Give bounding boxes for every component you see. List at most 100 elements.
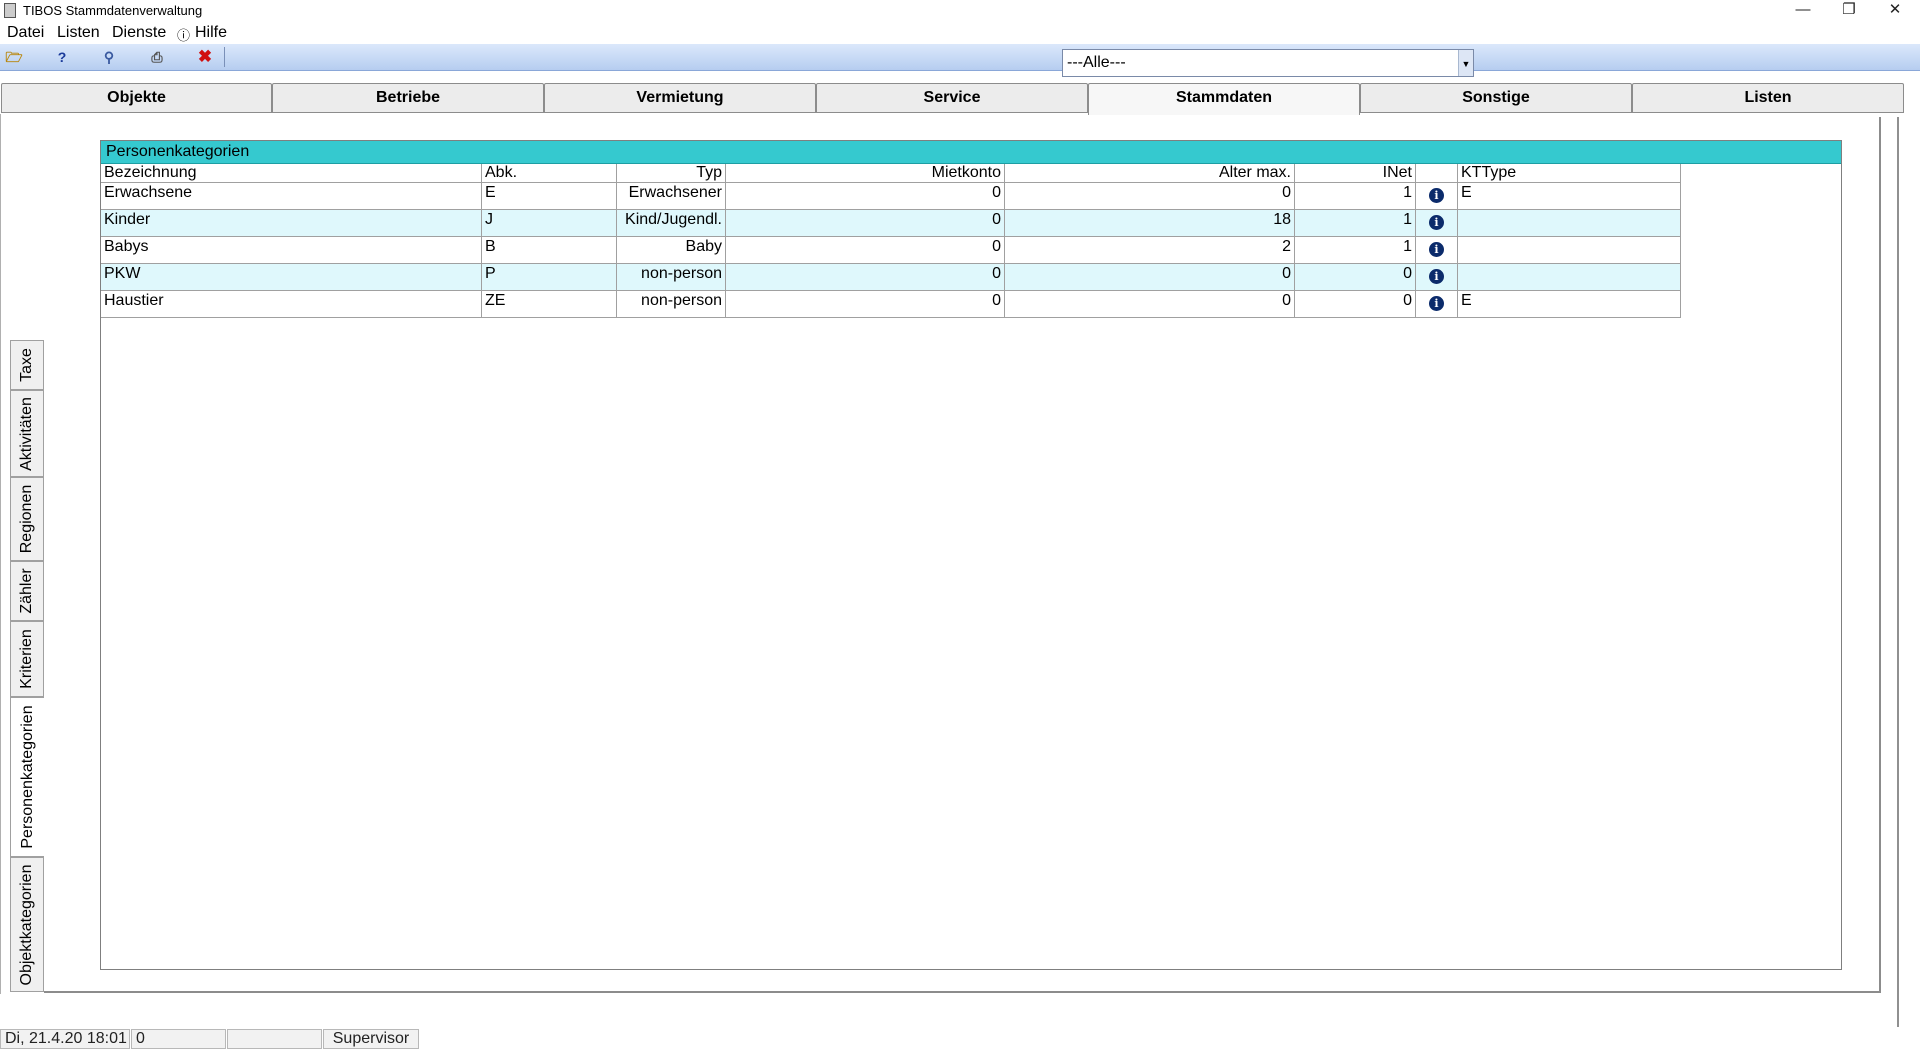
column-header-kttype[interactable]: KTType bbox=[1457, 164, 1681, 183]
cell-alter-max[interactable]: 2 bbox=[1004, 236, 1295, 264]
cell-kttype[interactable]: E bbox=[1457, 290, 1681, 318]
column-header-alter-max[interactable]: Alter max. bbox=[1004, 164, 1295, 183]
table-row[interactable]: Haustier ZE non-person 0 0 0 i E bbox=[101, 290, 1681, 318]
side-tab-zaehler[interactable]: Zähler bbox=[10, 561, 44, 621]
cell-alter-max[interactable]: 18 bbox=[1004, 209, 1295, 237]
grid-title-bar: Personenkategorien bbox=[101, 141, 1841, 164]
side-tabs: Taxe Aktivitäten Regionen Zähler Kriteri… bbox=[10, 340, 44, 992]
search-icon[interactable]: ⚲ bbox=[99, 47, 119, 67]
cell-kttype[interactable] bbox=[1457, 263, 1681, 291]
info-icon[interactable]: i bbox=[1429, 296, 1444, 311]
side-tab-label: Zähler bbox=[18, 568, 35, 614]
cell-alter-max[interactable]: 0 bbox=[1004, 263, 1295, 291]
cell-typ[interactable]: non-person bbox=[616, 263, 726, 291]
toolbar-separator bbox=[224, 47, 225, 67]
menu-datei[interactable]: Datei bbox=[7, 24, 44, 42]
tab-listen[interactable]: Listen bbox=[1632, 83, 1904, 113]
restore-icon[interactable]: ❐ bbox=[1826, 0, 1872, 22]
cell-typ[interactable]: Erwachsener bbox=[616, 182, 726, 210]
tab-vermietung[interactable]: Vermietung bbox=[544, 83, 816, 113]
cell-alter-max[interactable]: 0 bbox=[1004, 290, 1295, 318]
cell-mietkonto[interactable]: 0 bbox=[725, 209, 1005, 237]
help-question-icon[interactable]: ? bbox=[52, 47, 72, 67]
cell-bezeichnung[interactable]: Kinder bbox=[101, 209, 482, 237]
tab-service[interactable]: Service bbox=[816, 83, 1088, 113]
side-tab-aktivitaeten[interactable]: Aktivitäten bbox=[10, 390, 44, 477]
table-header-row: Bezeichnung Abk. Typ Mietkonto Alter max… bbox=[101, 164, 1681, 183]
column-header-typ[interactable]: Typ bbox=[616, 164, 726, 183]
tab-sonstige[interactable]: Sonstige bbox=[1360, 83, 1632, 113]
column-header-abk[interactable]: Abk. bbox=[481, 164, 617, 183]
cell-alter-max[interactable]: 0 bbox=[1004, 182, 1295, 210]
open-folder-icon[interactable]: 🗁 bbox=[4, 47, 24, 67]
cell-abk[interactable]: E bbox=[481, 182, 617, 210]
cell-inet[interactable]: 0 bbox=[1294, 290, 1416, 318]
table-row[interactable]: PKW P non-person 0 0 0 i bbox=[101, 263, 1681, 291]
cell-abk[interactable]: ZE bbox=[481, 290, 617, 318]
cell-abk[interactable]: J bbox=[481, 209, 617, 237]
cell-bezeichnung[interactable]: Babys bbox=[101, 236, 482, 264]
side-tab-taxe[interactable]: Taxe bbox=[10, 340, 44, 390]
menu-dienste[interactable]: Dienste bbox=[112, 24, 166, 42]
cell-mietkonto[interactable]: 0 bbox=[725, 263, 1005, 291]
cell-kttype[interactable] bbox=[1457, 236, 1681, 264]
cell-info[interactable]: i bbox=[1415, 290, 1458, 318]
menu-listen[interactable]: Listen bbox=[57, 24, 100, 42]
personenkategorien-table: Bezeichnung Abk. Typ Mietkonto Alter max… bbox=[101, 164, 1681, 318]
table-row[interactable]: Erwachsene E Erwachsener 0 0 1 i E bbox=[101, 182, 1681, 210]
filter-dropdown[interactable]: ---Alle--- ▼ bbox=[1062, 49, 1474, 77]
side-tab-objektkategorien[interactable]: Objektkategorien bbox=[10, 857, 44, 992]
status-datetime: Di, 21.4.20 18:01 bbox=[0, 1029, 130, 1049]
toolbar: 🗁 ? ⚲ ⎙ ✖ bbox=[0, 44, 1920, 71]
side-tab-label: Regionen bbox=[18, 484, 35, 554]
cell-abk[interactable]: P bbox=[481, 263, 617, 291]
tab-betriebe[interactable]: Betriebe bbox=[272, 83, 544, 113]
help-icon: ⓘ bbox=[177, 28, 191, 43]
status-bar: Di, 21.4.20 18:01 0 Supervisor bbox=[0, 1028, 1920, 1050]
print-icon[interactable]: ⎙ bbox=[147, 47, 167, 67]
cell-info[interactable]: i bbox=[1415, 182, 1458, 210]
table-row[interactable]: Babys B Baby 0 2 1 i bbox=[101, 236, 1681, 264]
cell-abk[interactable]: B bbox=[481, 236, 617, 264]
column-header-mietkonto[interactable]: Mietkonto bbox=[725, 164, 1005, 183]
info-icon[interactable]: i bbox=[1429, 188, 1444, 203]
tab-stammdaten[interactable]: Stammdaten bbox=[1088, 83, 1360, 115]
cell-kttype[interactable] bbox=[1457, 209, 1681, 237]
chevron-down-icon[interactable]: ▼ bbox=[1458, 50, 1473, 76]
cell-mietkonto[interactable]: 0 bbox=[725, 290, 1005, 318]
menu-bar: Datei Listen Dienste ⓘ Hilfe bbox=[0, 22, 1920, 44]
table-row[interactable]: Kinder J Kind/Jugendl. 0 18 1 i bbox=[101, 209, 1681, 237]
cell-inet[interactable]: 1 bbox=[1294, 236, 1416, 264]
cell-info[interactable]: i bbox=[1415, 209, 1458, 237]
info-icon[interactable]: i bbox=[1429, 242, 1444, 257]
cell-typ[interactable]: Kind/Jugendl. bbox=[616, 209, 726, 237]
column-header-bezeichnung[interactable]: Bezeichnung bbox=[101, 164, 482, 183]
cell-inet[interactable]: 0 bbox=[1294, 263, 1416, 291]
side-tab-regionen[interactable]: Regionen bbox=[10, 477, 44, 561]
column-header-inet[interactable]: INet bbox=[1294, 164, 1416, 183]
close-window-icon[interactable]: ✕ bbox=[1872, 0, 1918, 22]
cell-info[interactable]: i bbox=[1415, 236, 1458, 264]
info-icon[interactable]: i bbox=[1429, 269, 1444, 284]
info-icon[interactable]: i bbox=[1429, 215, 1444, 230]
delete-icon[interactable]: ✖ bbox=[195, 47, 215, 67]
grid-title: Personenkategorien bbox=[106, 143, 250, 160]
cell-inet[interactable]: 1 bbox=[1294, 209, 1416, 237]
cell-bezeichnung[interactable]: Erwachsene bbox=[101, 182, 482, 210]
cell-bezeichnung[interactable]: PKW bbox=[101, 263, 482, 291]
status-field bbox=[227, 1029, 322, 1049]
cell-typ[interactable]: Baby bbox=[616, 236, 726, 264]
cell-inet[interactable]: 1 bbox=[1294, 182, 1416, 210]
minimize-icon[interactable]: — bbox=[1780, 0, 1826, 22]
cell-info[interactable]: i bbox=[1415, 263, 1458, 291]
menu-hilfe[interactable]: Hilfe bbox=[195, 24, 227, 42]
side-tab-kriterien[interactable]: Kriterien bbox=[10, 621, 44, 697]
cell-mietkonto[interactable]: 0 bbox=[725, 236, 1005, 264]
tab-objekte[interactable]: Objekte bbox=[1, 83, 272, 113]
side-tab-personenkategorien[interactable]: Personenkategorien bbox=[10, 697, 44, 857]
cell-mietkonto[interactable]: 0 bbox=[725, 182, 1005, 210]
cell-bezeichnung[interactable]: Haustier bbox=[101, 290, 482, 318]
scrollbar[interactable] bbox=[1897, 117, 1899, 1027]
cell-typ[interactable]: non-person bbox=[616, 290, 726, 318]
cell-kttype[interactable]: E bbox=[1457, 182, 1681, 210]
